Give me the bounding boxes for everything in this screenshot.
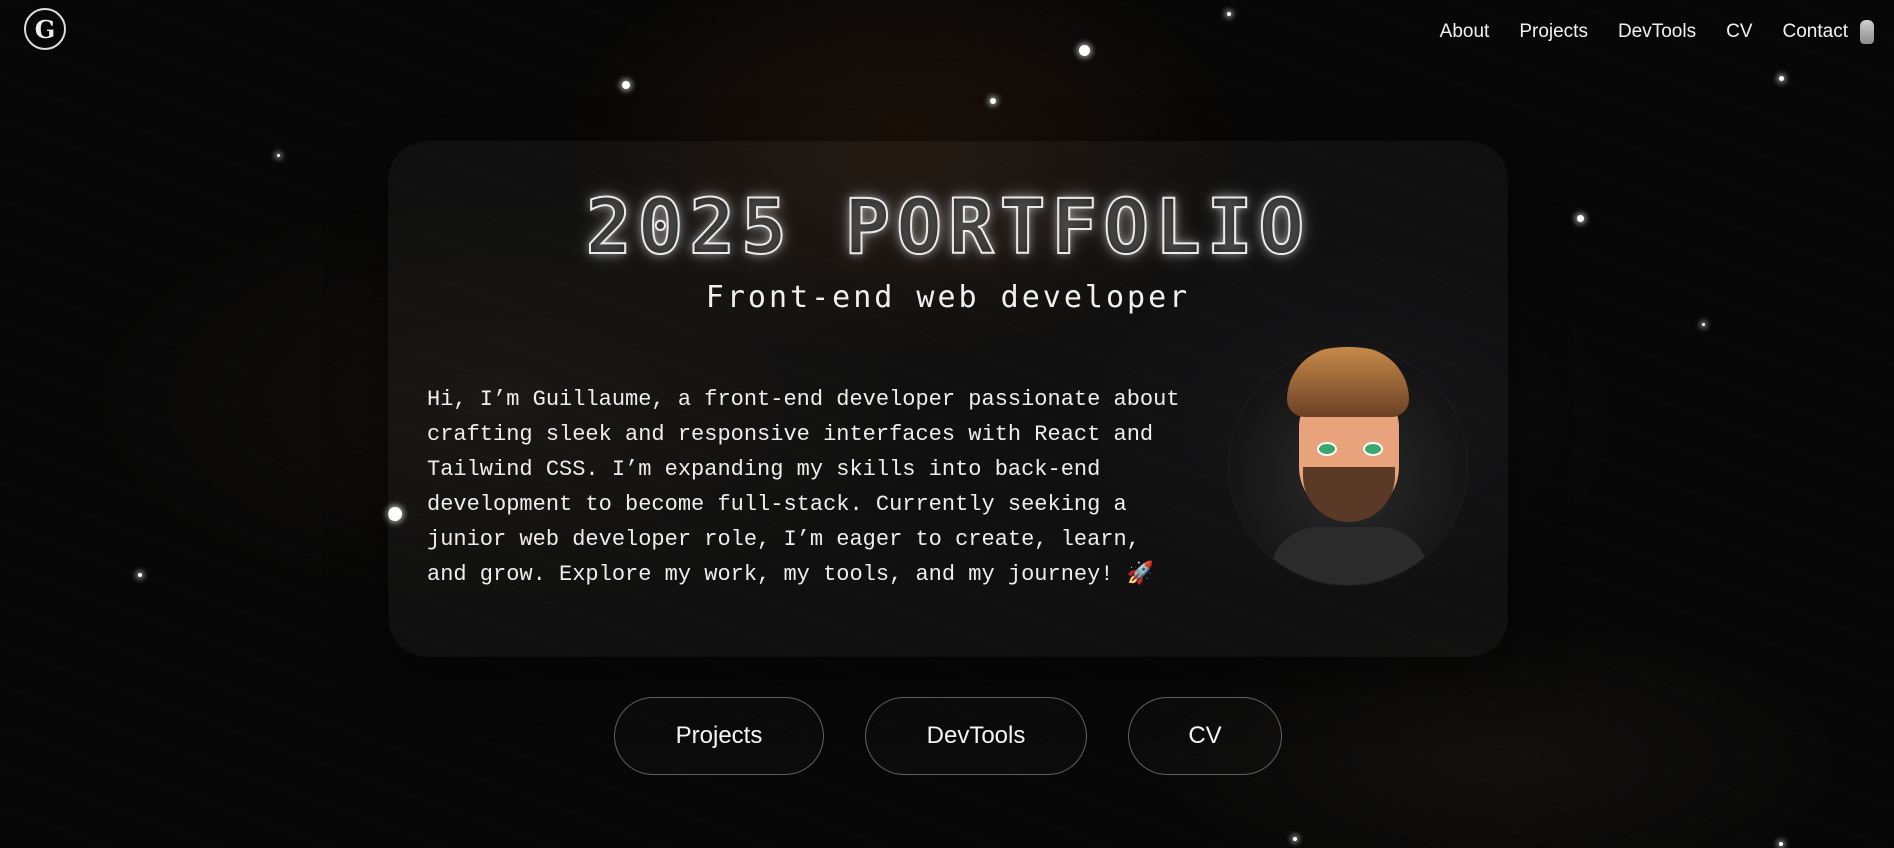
star bbox=[1779, 842, 1783, 846]
logo-icon[interactable]: G bbox=[24, 8, 66, 50]
intro-text: Hi, I’m Guillaume, a front-end developer… bbox=[427, 387, 1180, 587]
star bbox=[1079, 45, 1090, 56]
projects-button[interactable]: Projects bbox=[614, 697, 824, 775]
nav-cv[interactable]: CV bbox=[1726, 21, 1752, 43]
star bbox=[1293, 837, 1297, 841]
star bbox=[990, 98, 996, 104]
nav-devtools[interactable]: DevTools bbox=[1618, 21, 1696, 43]
cv-button[interactable]: CV bbox=[1128, 697, 1282, 775]
star bbox=[1702, 323, 1705, 326]
devtools-button[interactable]: DevTools bbox=[865, 697, 1087, 775]
page-title: 2025 PORTFOLIO bbox=[585, 181, 1311, 272]
star bbox=[277, 154, 280, 157]
avatar bbox=[1229, 347, 1467, 585]
hero-card: 2025 PORTFOLIO Front-end web developer H… bbox=[389, 142, 1507, 656]
star bbox=[622, 81, 630, 89]
main-nav: About Projects DevTools CV Contact bbox=[1440, 20, 1874, 44]
nav-about[interactable]: About bbox=[1440, 21, 1490, 43]
robot-icon bbox=[1860, 20, 1874, 44]
nav-projects[interactable]: Projects bbox=[1519, 21, 1588, 43]
star bbox=[1779, 76, 1784, 81]
star bbox=[1227, 12, 1231, 16]
star bbox=[1577, 215, 1584, 222]
nav-contact[interactable]: Contact bbox=[1783, 21, 1848, 43]
star bbox=[138, 573, 142, 577]
page-subtitle: Front-end web developer bbox=[705, 280, 1191, 315]
